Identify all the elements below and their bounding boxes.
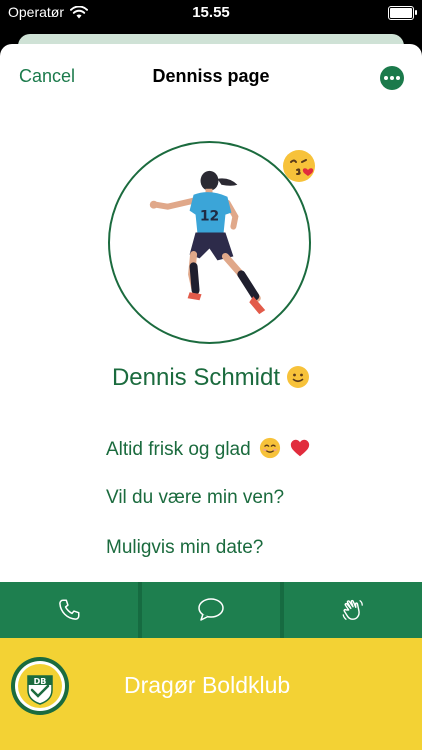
- slightly-smiling-face-icon: [287, 366, 310, 388]
- more-dot: [390, 76, 394, 80]
- call-button[interactable]: [0, 582, 138, 638]
- action-bar: [0, 582, 422, 638]
- smiling-face-icon: [259, 437, 280, 459]
- status-time: 15.55: [192, 4, 230, 21]
- more-dot: [384, 76, 388, 80]
- profile-line-text: Altid frisk og glad: [106, 439, 251, 460]
- nav-bar: Cancel Denniss page: [0, 44, 422, 110]
- club-logo: DB: [11, 657, 69, 715]
- wave-button[interactable]: [284, 582, 422, 638]
- kissing-face-emoji-icon: [283, 150, 315, 182]
- soccer-player-illustration: 12: [149, 170, 266, 315]
- waving-hand-icon: [342, 599, 363, 620]
- more-options-button[interactable]: [380, 66, 404, 90]
- more-dot: [396, 76, 400, 80]
- jersey-number: 12: [200, 209, 219, 225]
- profile-name-text: Dennis Schmidt: [111, 364, 281, 391]
- club-logo-text: DB: [34, 677, 47, 686]
- page-title: Denniss page: [152, 66, 270, 86]
- profile-name: Dennis Schmidt: [0, 364, 422, 392]
- club-name: Dragør Boldklub: [124, 672, 291, 698]
- phone-icon: [59, 599, 80, 620]
- chat-bubble-icon: [198, 598, 224, 621]
- profile-line-1: Altid frisk og glad: [106, 437, 311, 461]
- battery-icon: [388, 6, 417, 20]
- status-bar: Operatør 15.55: [0, 0, 422, 30]
- club-bar[interactable]: DB Dragør Boldklub: [0, 638, 422, 750]
- profile-line-3: Muligvis min date?: [106, 537, 264, 558]
- profile-sheet: Cancel Denniss page 12 Dennis Schmidt Al…: [0, 44, 422, 750]
- profile-line-2: Vil du være min ven?: [106, 487, 285, 508]
- red-heart-icon: [290, 439, 309, 457]
- message-button[interactable]: [142, 582, 280, 638]
